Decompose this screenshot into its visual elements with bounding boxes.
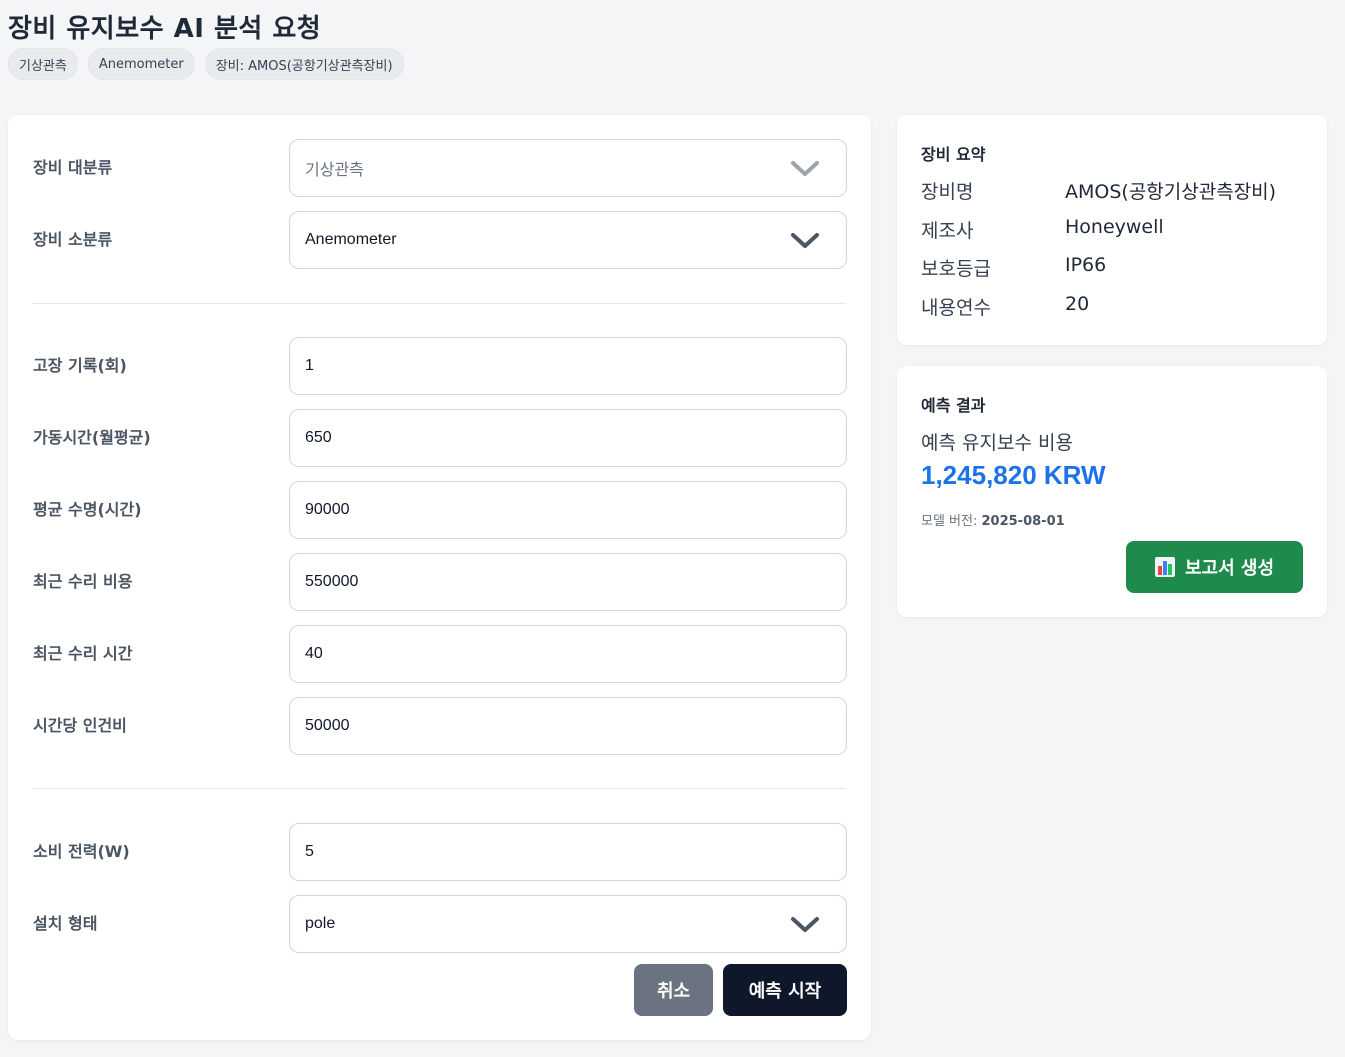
page-title: 장비 유지보수 AI 분석 요청 (8, 14, 322, 44)
install-type-label: 설치 형태 (33, 914, 98, 933)
failure-count-input[interactable]: 1 (289, 337, 847, 395)
predicted-cost-label: 예측 유지보수 비용 (921, 432, 1073, 454)
predicted-cost-value: 1,245,820 KRW (921, 460, 1106, 490)
major-category-select[interactable]: 기상관측 (289, 139, 847, 197)
summary-value: AMOS(공항기상관측장비) (1065, 181, 1277, 203)
operating-hours-input[interactable]: 650 (289, 409, 847, 467)
hourly-labor-cost-row: 시간당 인건비 50000 (33, 697, 847, 755)
failure-count-label: 고장 기록(회) (33, 356, 127, 375)
power-consumption-input[interactable]: 5 (289, 823, 847, 881)
prediction-result-card: 예측 결과 예측 유지보수 비용 1,245,820 KRW 모델 버전: 20… (897, 366, 1327, 617)
generate-report-button[interactable]: 보고서 생성 (1126, 541, 1303, 593)
mean-life-row: 평균 수명(시간) 90000 (33, 481, 847, 539)
chevron-down-icon (791, 161, 819, 176)
major-category-row: 장비 대분류 기상관측 (33, 139, 847, 197)
summary-row: 장비명 AMOS(공항기상관측장비) (921, 177, 1311, 207)
minor-category-select[interactable]: Anemometer (289, 211, 847, 269)
power-consumption-label: 소비 전력(W) (33, 842, 130, 861)
chip-subcategory[interactable]: Anemometer (87, 48, 195, 80)
minor-category-value: Anemometer (305, 231, 397, 248)
summary-value: IP66 (1065, 254, 1107, 276)
recent-repair-time-input[interactable]: 40 (289, 625, 847, 683)
chevron-down-icon (791, 917, 819, 932)
summary-value: Honeywell (1065, 216, 1164, 238)
summary-row: 제조사 Honeywell (921, 216, 1311, 246)
breadcrumb-chips: 기상관측 Anemometer 장비: AMOS(공항기상관측장비) (8, 48, 404, 80)
start-prediction-button[interactable]: 예측 시작 (723, 964, 847, 1016)
summary-key: 장비명 (921, 181, 974, 203)
summary-key: 보호등급 (921, 258, 991, 280)
hourly-labor-cost-input[interactable]: 50000 (289, 697, 847, 755)
chip-equipment[interactable]: 장비: AMOS(공항기상관측장비) (204, 48, 404, 80)
bar-chart-icon (1154, 557, 1175, 577)
mean-life-label: 평균 수명(시간) (33, 500, 142, 519)
section-divider (33, 788, 846, 789)
hourly-labor-cost-label: 시간당 인건비 (33, 716, 127, 735)
summary-title: 장비 요약 (921, 145, 986, 164)
recent-repair-cost-label: 최근 수리 비용 (33, 572, 133, 591)
operating-hours-label: 가동시간(월평균) (33, 428, 151, 447)
recent-repair-cost-row: 최근 수리 비용 550000 (33, 553, 847, 611)
equipment-summary-card: 장비 요약 장비명 AMOS(공항기상관측장비) 제조사 Honeywell 보… (897, 115, 1327, 345)
mean-life-input[interactable]: 90000 (289, 481, 847, 539)
result-title: 예측 결과 (921, 396, 986, 415)
power-consumption-row: 소비 전력(W) 5 (33, 823, 847, 881)
summary-key: 제조사 (921, 220, 974, 242)
section-divider (33, 303, 846, 304)
minor-category-label: 장비 소분류 (33, 230, 113, 249)
major-category-value: 기상관측 (305, 160, 364, 179)
chevron-down-icon (791, 233, 819, 248)
request-form-card: 장비 대분류 기상관측 장비 소분류 Anemometer 고장 기록(회) 1… (8, 115, 871, 1040)
summary-key: 내용연수 (921, 297, 991, 319)
failure-count-row: 고장 기록(회) 1 (33, 337, 847, 395)
install-type-value: pole (305, 915, 336, 932)
recent-repair-time-label: 최근 수리 시간 (33, 644, 133, 663)
install-type-select[interactable]: pole (289, 895, 847, 953)
model-version-value: 2025-08-01 (981, 514, 1065, 529)
recent-repair-cost-input[interactable]: 550000 (289, 553, 847, 611)
generate-report-label: 보고서 생성 (1184, 558, 1275, 579)
operating-hours-row: 가동시간(월평균) 650 (33, 409, 847, 467)
summary-row: 내용연수 20 (921, 293, 1311, 323)
install-type-row: 설치 형태 pole (33, 895, 847, 953)
summary-row: 보호등급 IP66 (921, 254, 1311, 284)
model-version: 모델 버전: 2025-08-01 (921, 510, 1065, 529)
summary-value: 20 (1065, 293, 1090, 315)
model-version-label: 모델 버전: (921, 514, 978, 529)
recent-repair-time-row: 최근 수리 시간 40 (33, 625, 847, 683)
minor-category-row: 장비 소분류 Anemometer (33, 211, 847, 269)
chip-category[interactable]: 기상관측 (8, 48, 78, 80)
major-category-label: 장비 대분류 (33, 158, 113, 177)
cancel-button[interactable]: 취소 (634, 964, 713, 1016)
